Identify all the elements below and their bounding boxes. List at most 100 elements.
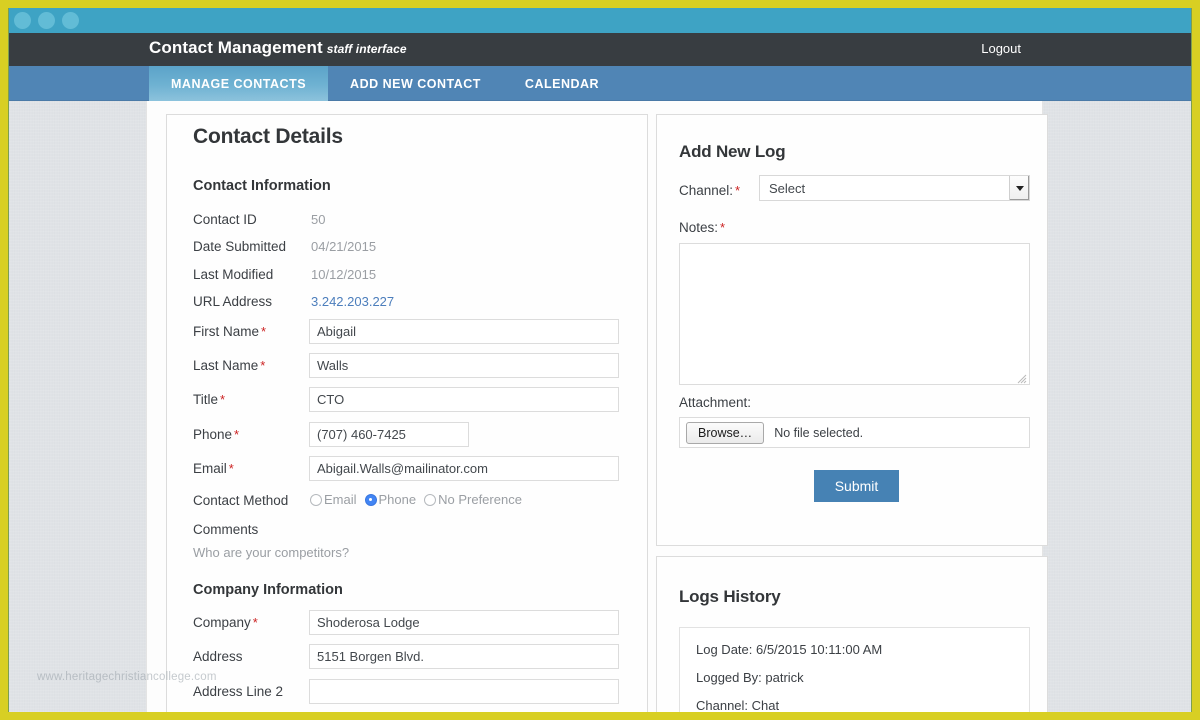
logs-history-title: Logs History bbox=[679, 587, 781, 607]
tab-calendar[interactable]: CALENDAR bbox=[503, 66, 621, 101]
contact-id-value: 50 bbox=[311, 212, 325, 227]
tab-add-new-contact[interactable]: ADD NEW CONTACT bbox=[328, 66, 503, 101]
row-phone: Phone* bbox=[193, 424, 635, 452]
required-marker: * bbox=[229, 461, 234, 476]
email-label: Email* bbox=[193, 461, 234, 476]
content-container: Contact Details Contact Information Cont… bbox=[146, 101, 1043, 712]
row-email: Email* bbox=[193, 458, 635, 486]
notes-textarea[interactable] bbox=[679, 243, 1030, 385]
row-contact-id: Contact ID 50 bbox=[193, 209, 635, 237]
attachment-label: Attachment: bbox=[679, 395, 751, 410]
required-marker: * bbox=[260, 358, 265, 373]
file-upload-field[interactable]: Browse… No file selected. bbox=[679, 417, 1030, 448]
logout-link[interactable]: Logout bbox=[981, 41, 1021, 56]
comments-value: Who are your competitors? bbox=[193, 545, 349, 560]
app-header: Contact Management staff interface Logout bbox=[9, 33, 1191, 66]
add-new-log-title: Add New Log bbox=[679, 142, 785, 162]
contact-method-label: Contact Method bbox=[193, 493, 288, 508]
email-input[interactable] bbox=[309, 456, 619, 481]
last-modified-value: 10/12/2015 bbox=[311, 267, 376, 282]
phone-input[interactable] bbox=[309, 422, 469, 447]
row-address-line-2: Address Line 2 bbox=[193, 681, 635, 709]
window-inner: Contact Management staff interface Logout… bbox=[8, 8, 1192, 712]
log-channel: Channel: Chat bbox=[696, 698, 1013, 712]
address-label: Address bbox=[193, 649, 243, 664]
row-address: Address bbox=[193, 646, 635, 674]
page-background: www.heritagechristiancollege.com Contact… bbox=[9, 101, 1191, 712]
radio-dot-icon bbox=[424, 494, 436, 506]
row-url-address: URL Address 3.242.203.227 bbox=[193, 291, 635, 319]
logs-history-panel: Logs History Log Date: 6/5/2015 10:11:00… bbox=[656, 556, 1048, 712]
phone-label: Phone* bbox=[193, 427, 239, 442]
required-marker: * bbox=[735, 183, 740, 198]
nav-tabs: MANAGE CONTACTS ADD NEW CONTACT CALENDAR bbox=[149, 66, 621, 101]
company-label: Company* bbox=[193, 615, 258, 630]
row-contact-method: Contact Method Email Phone No Prefere bbox=[193, 490, 635, 518]
window-frame: Contact Management staff interface Logout… bbox=[0, 0, 1200, 720]
notes-label: Notes:* bbox=[679, 220, 725, 235]
radio-phone[interactable]: Phone bbox=[365, 492, 417, 507]
row-first-name: First Name* bbox=[193, 321, 635, 349]
date-submitted-label: Date Submitted bbox=[193, 239, 286, 254]
app-brand: Contact Management staff interface bbox=[149, 38, 407, 58]
required-marker: * bbox=[261, 324, 266, 339]
title-input[interactable] bbox=[309, 387, 619, 412]
channel-selected-value: Select bbox=[769, 181, 805, 196]
row-title: Title* bbox=[193, 389, 635, 417]
channel-label: Channel:* bbox=[679, 183, 740, 198]
row-company: Company* bbox=[193, 612, 635, 640]
required-marker: * bbox=[720, 220, 725, 235]
radio-phone-label: Phone bbox=[379, 492, 417, 507]
row-last-name: Last Name* bbox=[193, 355, 635, 383]
date-submitted-value: 04/21/2015 bbox=[311, 239, 376, 254]
required-marker: * bbox=[234, 427, 239, 442]
logged-by: Logged By: patrick bbox=[696, 670, 1013, 685]
browse-button[interactable]: Browse… bbox=[686, 422, 764, 444]
page-title: Contact Details bbox=[193, 125, 343, 149]
radio-dot-selected-icon bbox=[365, 494, 377, 506]
radio-email[interactable]: Email bbox=[310, 492, 357, 507]
submit-button[interactable]: Submit bbox=[814, 470, 899, 502]
required-marker: * bbox=[220, 392, 225, 407]
log-date: Log Date: 6/5/2015 10:11:00 AM bbox=[696, 642, 1013, 657]
contact-id-label: Contact ID bbox=[193, 212, 257, 227]
title-label: Title* bbox=[193, 392, 225, 407]
comments-label: Comments bbox=[193, 522, 258, 537]
row-last-modified: Last Modified 10/12/2015 bbox=[193, 264, 635, 292]
company-information-heading: Company Information bbox=[193, 582, 343, 598]
channel-select[interactable]: Select bbox=[759, 175, 1030, 201]
app-brand-title: Contact Management bbox=[149, 38, 323, 57]
contact-information-heading: Contact Information bbox=[193, 178, 331, 194]
log-entry: Log Date: 6/5/2015 10:11:00 AM Logged By… bbox=[679, 627, 1030, 712]
required-marker: * bbox=[253, 615, 258, 630]
window-dot-maximize-icon[interactable] bbox=[62, 12, 79, 29]
contact-method-radio-group: Email Phone No Preference bbox=[310, 492, 530, 507]
contact-details-panel: Contact Details Contact Information Cont… bbox=[166, 114, 648, 712]
row-date-submitted: Date Submitted 04/21/2015 bbox=[193, 236, 635, 264]
company-input[interactable] bbox=[309, 610, 619, 635]
address2-label: Address Line 2 bbox=[193, 684, 283, 699]
radio-email-label: Email bbox=[324, 492, 357, 507]
main-nav: MANAGE CONTACTS ADD NEW CONTACT CALENDAR bbox=[9, 66, 1191, 101]
add-new-log-panel: Add New Log Channel:* Select Notes:* Att… bbox=[656, 114, 1048, 546]
window-title-bar bbox=[9, 8, 1191, 33]
radio-dot-icon bbox=[310, 494, 322, 506]
file-status-text: No file selected. bbox=[774, 426, 863, 440]
window-dot-close-icon[interactable] bbox=[14, 12, 31, 29]
tab-manage-contacts[interactable]: MANAGE CONTACTS bbox=[149, 66, 328, 101]
url-address-link[interactable]: 3.242.203.227 bbox=[311, 294, 394, 309]
chevron-down-icon bbox=[1009, 176, 1029, 200]
last-name-label: Last Name* bbox=[193, 358, 265, 373]
radio-no-preference[interactable]: No Preference bbox=[424, 492, 522, 507]
last-name-input[interactable] bbox=[309, 353, 619, 378]
first-name-input[interactable] bbox=[309, 319, 619, 344]
radio-no-preference-label: No Preference bbox=[438, 492, 522, 507]
window-control-dots bbox=[14, 12, 79, 29]
address-input[interactable] bbox=[309, 644, 619, 669]
address2-input[interactable] bbox=[309, 679, 619, 704]
window-dot-minimize-icon[interactable] bbox=[38, 12, 55, 29]
url-address-label: URL Address bbox=[193, 294, 272, 309]
last-modified-label: Last Modified bbox=[193, 267, 273, 282]
first-name-label: First Name* bbox=[193, 324, 266, 339]
app-brand-subtitle: staff interface bbox=[327, 42, 407, 56]
